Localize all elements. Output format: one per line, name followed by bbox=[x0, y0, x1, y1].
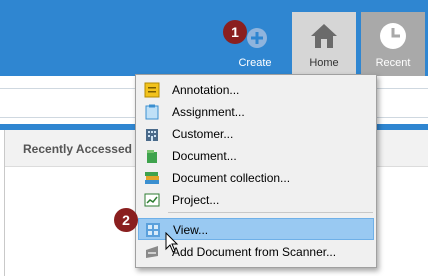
step-badge-2: 2 bbox=[114, 208, 138, 232]
annotation-icon bbox=[144, 82, 160, 98]
mouse-cursor-icon bbox=[165, 232, 179, 253]
home-icon bbox=[311, 24, 337, 48]
scanner-icon bbox=[146, 246, 158, 258]
menu-item-annotation[interactable]: Annotation... bbox=[138, 79, 374, 101]
project-icon bbox=[144, 193, 160, 207]
menu-separator bbox=[168, 212, 373, 213]
create-label: Create bbox=[238, 57, 272, 69]
panel-title: Recently Accessed b bbox=[23, 142, 143, 156]
clock-icon bbox=[380, 23, 406, 49]
view-icon bbox=[146, 223, 160, 237]
assignment-icon bbox=[145, 104, 159, 120]
menu-item-label: Add Document from Scanner... bbox=[172, 245, 337, 259]
menu-item-assignment[interactable]: Assignment... bbox=[138, 101, 374, 123]
menu-item-label: Document... bbox=[172, 149, 237, 163]
menu-item-project[interactable]: Project... bbox=[138, 189, 374, 211]
toolbar: Create Home Recent bbox=[0, 0, 428, 76]
menu-item-document-collection[interactable]: Document collection... bbox=[138, 167, 374, 189]
recent-label: Recent bbox=[375, 57, 411, 69]
plus-icon bbox=[247, 28, 267, 48]
menu-item-document[interactable]: Document... bbox=[138, 145, 374, 167]
document-icon bbox=[147, 150, 157, 163]
home-label: Home bbox=[309, 57, 339, 69]
menu-item-customer[interactable]: Customer... bbox=[138, 123, 374, 145]
home-button[interactable]: Home bbox=[292, 12, 356, 76]
customer-icon bbox=[146, 129, 158, 141]
menu-item-label: Customer... bbox=[172, 127, 234, 141]
menu-item-label: Annotation... bbox=[172, 83, 240, 97]
menu-item-label: Project... bbox=[172, 193, 220, 207]
menu-item-label: Assignment... bbox=[172, 105, 245, 119]
recent-button[interactable]: Recent bbox=[361, 12, 425, 76]
menu-item-label: Document collection... bbox=[172, 171, 291, 185]
step-badge-1: 1 bbox=[223, 20, 247, 44]
document-collection-icon bbox=[145, 172, 159, 184]
